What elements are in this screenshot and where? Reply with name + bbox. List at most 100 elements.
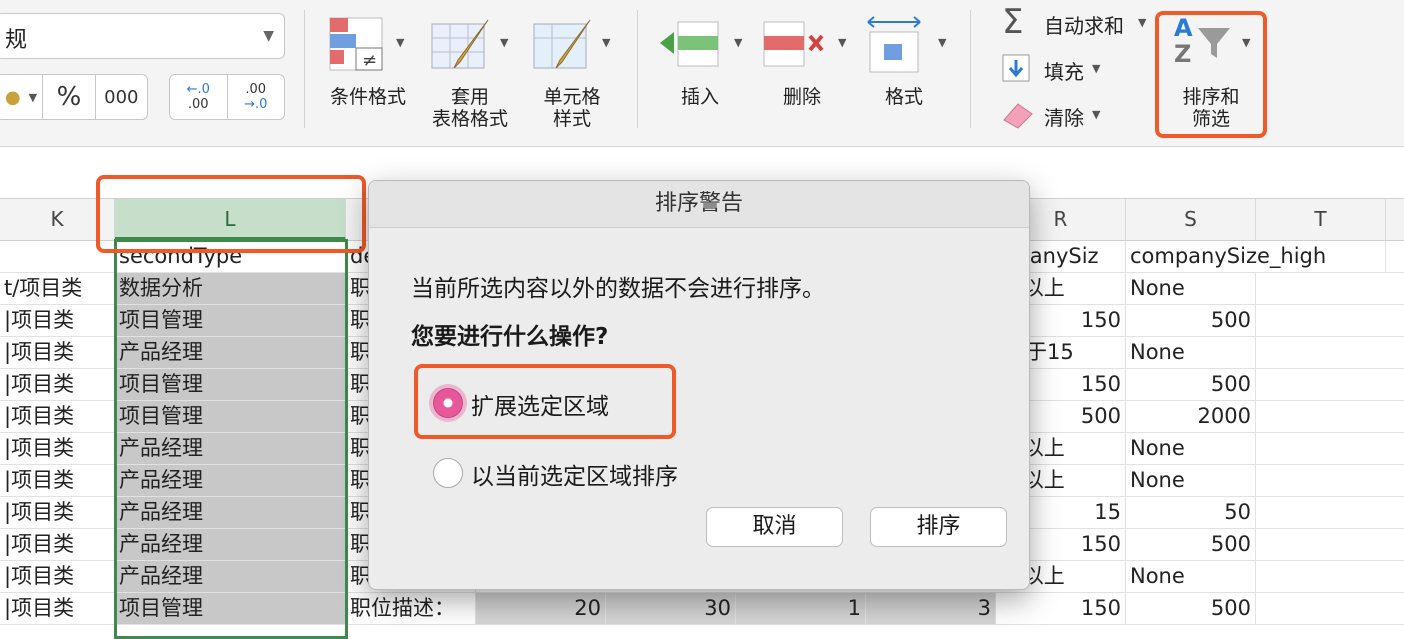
column-header-t[interactable]: T — [1256, 199, 1386, 240]
insert-label: 插入 — [680, 86, 719, 108]
sort-warning-dialog: 排序警告 当前所选内容以外的数据不会进行排序。 您要进行什么操作? 扩展选定区域… — [368, 180, 1030, 590]
current-selection-radio[interactable] — [433, 458, 463, 488]
sort-filter-highlight — [1155, 11, 1267, 138]
cell-s[interactable]: companySize_high — [1126, 241, 1386, 272]
cell-r[interactable]: 150 — [996, 593, 1126, 624]
current-selection-label: 以当前选定区域排序 — [471, 464, 678, 490]
cell-s[interactable]: 500 — [1126, 529, 1256, 560]
conditional-format-icon: ≠ — [329, 17, 383, 71]
cell-n[interactable]: 20 — [476, 593, 606, 624]
increase-decimal-bottom: .00 — [187, 97, 209, 112]
chevron-down-icon[interactable]: ▼ — [29, 91, 43, 104]
selection-border — [114, 239, 348, 639]
thousands-separator-button[interactable]: 000 — [96, 87, 147, 108]
increase-decimal-top: ←.0 — [186, 82, 210, 97]
table-format-button[interactable]: ▼ 套用 表格格式 — [420, 14, 520, 134]
number-format-value: 规 — [5, 28, 28, 53]
cell-k[interactable]: |项目类 — [0, 305, 115, 336]
cell-s[interactable]: 500 — [1126, 305, 1256, 336]
cell-k[interactable]: |项目类 — [0, 593, 115, 624]
clear-label: 清除 — [1044, 106, 1084, 130]
table-format-label-line1: 套用 — [450, 86, 489, 108]
cell-s[interactable]: 2000 — [1126, 401, 1256, 432]
sort-button[interactable]: 排序 — [870, 507, 1007, 547]
chevron-down-icon: ▼ — [1092, 108, 1101, 121]
decrease-decimal-button[interactable]: .00 →.0 — [227, 82, 284, 112]
percent-button[interactable]: % — [43, 82, 94, 112]
cell-k[interactable]: |项目类 — [0, 529, 115, 560]
fill-down-icon — [1002, 54, 1030, 82]
cell-s[interactable]: None — [1126, 337, 1256, 368]
conditional-format-label: 条件格式 — [329, 86, 406, 108]
autosum-label: 自动求和 — [1044, 14, 1124, 38]
table-format-label: 套用 表格格式 — [420, 86, 520, 130]
cell-p[interactable]: 1 — [736, 593, 866, 624]
cell-k[interactable]: |项目类 — [0, 369, 115, 400]
cell-style-label: 单元格 样式 — [522, 86, 622, 130]
column-l-highlight — [96, 175, 366, 253]
format-button[interactable]: ▼ 格式 — [854, 14, 954, 124]
fill-label: 填充 — [1044, 60, 1084, 84]
chevron-down-icon: ▼ — [263, 28, 274, 44]
cell-o[interactable]: 30 — [606, 593, 736, 624]
sigma-icon: Σ — [1002, 2, 1024, 42]
chevron-down-icon: ▼ — [1092, 62, 1101, 75]
cell-s[interactable]: None — [1126, 433, 1256, 464]
conditional-format-button[interactable]: ≠ ▼ 条件格式 — [318, 14, 418, 134]
number-format-dropdown[interactable]: 规 ▼ — [0, 13, 285, 59]
fill-button[interactable]: 填充 ▼ — [998, 52, 1118, 86]
chevron-down-icon: ▼ — [500, 36, 509, 49]
cell-q[interactable]: 3 — [866, 593, 996, 624]
cell-s[interactable]: None — [1126, 561, 1256, 592]
cell-k[interactable]: t/项目类 — [0, 273, 115, 304]
dialog-message: 当前所选内容以外的数据不会进行排序。 — [411, 276, 825, 302]
decrease-decimal-bottom: →.0 — [244, 97, 268, 112]
autosum-button[interactable]: Σ 自动求和 ▼ — [998, 2, 1158, 42]
eraser-icon — [1003, 103, 1033, 129]
dialog-question: 您要进行什么操作? — [411, 324, 609, 350]
svg-text:≠: ≠ — [362, 50, 377, 71]
chevron-down-icon: ▼ — [1138, 16, 1147, 29]
number-style-group: ● ▼ % 000 — [0, 74, 148, 120]
current-selection-option[interactable]: 以当前选定区域排序 — [427, 455, 747, 495]
delete-label: 删除 — [782, 86, 821, 108]
cancel-button[interactable]: 取消 — [706, 507, 843, 547]
column-header-s[interactable]: S — [1126, 199, 1256, 240]
chevron-down-icon: ▼ — [734, 36, 743, 49]
currency-icon[interactable]: ● — [0, 87, 29, 108]
cell-k[interactable]: |项目类 — [0, 561, 115, 592]
insert-button[interactable]: ▼ 插入 — [650, 14, 750, 124]
cell-k[interactable]: |项目类 — [0, 497, 115, 528]
ribbon-toolbar: 规 ▼ ● ▼ % 000 ←.0 .00 .00 →.0 ≠ ▼ 条件格式 ▼… — [0, 0, 1404, 147]
dialog-title: 排序警告 — [369, 181, 1029, 228]
cell-k[interactable]: |项目类 — [0, 433, 115, 464]
decrease-decimal-top: .00 — [245, 82, 267, 97]
cell-s[interactable]: 500 — [1126, 369, 1256, 400]
increase-decimal-button[interactable]: ←.0 .00 — [170, 82, 227, 112]
cell-k[interactable]: |项目类 — [0, 337, 115, 368]
cell-s[interactable]: 50 — [1126, 497, 1256, 528]
expand-option-highlight — [414, 364, 676, 439]
cell-style-label-line1: 单元格 — [543, 86, 601, 108]
decimal-group: ←.0 .00 .00 →.0 — [169, 74, 285, 120]
table-format-label-line2: 表格格式 — [431, 108, 508, 130]
cell-style-button[interactable]: ▼ 单元格 样式 — [522, 14, 622, 134]
cell-style-label-line2: 样式 — [552, 108, 591, 130]
insert-icon — [660, 21, 719, 67]
chevron-down-icon: ▼ — [838, 36, 847, 49]
cell-k[interactable]: |项目类 — [0, 401, 115, 432]
cell-style-icon — [533, 19, 591, 69]
delete-button[interactable]: ▼ 删除 — [752, 14, 852, 124]
cell-s[interactable]: None — [1126, 273, 1256, 304]
format-label: 格式 — [884, 86, 923, 108]
cell-k[interactable]: |项目类 — [0, 465, 115, 496]
chevron-down-icon: ▼ — [938, 36, 947, 49]
chevron-down-icon: ▼ — [602, 36, 611, 49]
clear-button[interactable]: 清除 ▼ — [998, 98, 1118, 132]
cell-s[interactable]: 500 — [1126, 593, 1256, 624]
cell-m[interactable]: 职位描述： — [346, 593, 476, 624]
delete-icon — [763, 21, 824, 67]
table-format-icon — [431, 19, 489, 69]
cell-s[interactable]: None — [1126, 465, 1256, 496]
format-icon — [867, 16, 921, 73]
